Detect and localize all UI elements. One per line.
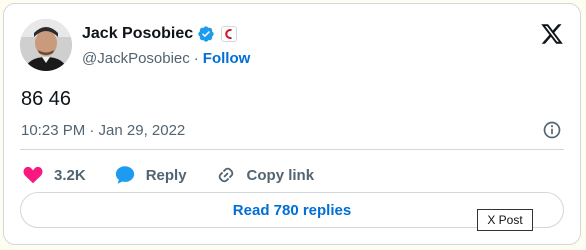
author-display-name[interactable]: Jack Posobiec [82,25,193,43]
like-button[interactable]: 3.2K [22,164,86,186]
action-bar: 3.2K Reply Copy link [22,159,342,191]
post-text: 86 46 [21,88,72,110]
heart-icon [23,166,43,184]
reply-bubble-icon [115,166,134,184]
handle-separator: · [193,50,199,67]
author-avatar[interactable] [20,19,72,71]
tooltip: X Post [477,209,533,231]
link-icon [218,167,233,183]
copy-link-label: Copy link [246,166,315,184]
affiliate-badge-icon[interactable] [221,26,238,42]
reply-label: Reply [145,166,187,184]
verified-badge-icon [198,26,214,42]
author-name-row: Jack Posobiec [82,23,238,45]
reply-button[interactable]: Reply [114,164,187,186]
avatar-image [20,19,72,71]
divider [20,149,564,150]
like-count: 3.2K [54,166,86,184]
copy-link-button[interactable]: Copy link [215,164,315,186]
author-handle[interactable]: @JackPosobiec [82,50,190,67]
post-timestamp[interactable]: 10:23 PM · Jan 29, 2022 [21,122,185,139]
author-handle-row: @JackPosobiec · Follow [82,50,250,67]
info-icon[interactable] [542,120,562,140]
follow-button[interactable]: Follow [203,50,251,67]
affiliate-logo-icon [225,29,232,39]
x-logo-icon[interactable] [540,22,564,46]
